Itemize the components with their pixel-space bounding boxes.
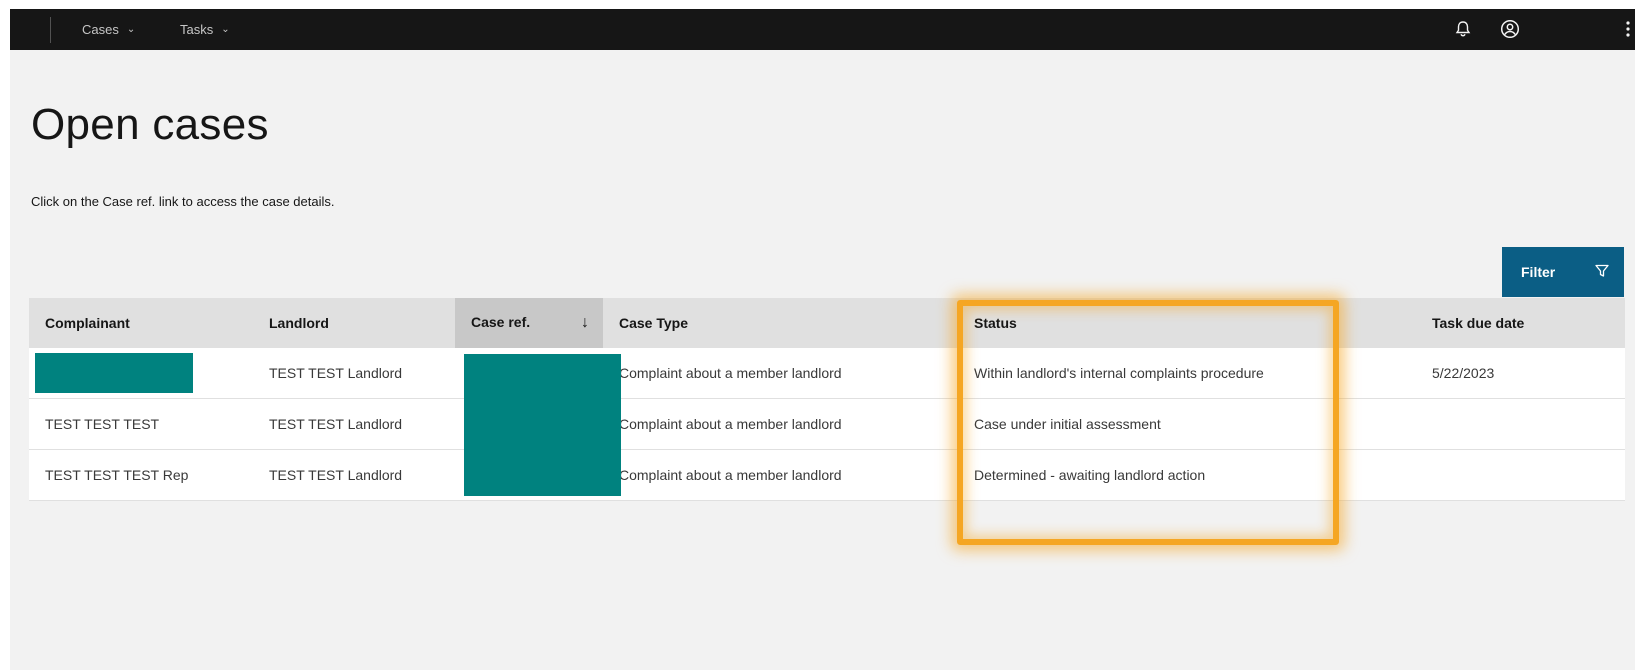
cases-table: Complainant Landlord Case ref. ↓ Case Typ… <box>29 298 1625 501</box>
column-header-case-ref[interactable]: Case ref. ↓ <box>455 298 603 348</box>
page-title: Open cases <box>31 100 269 149</box>
table-row: TEST TEST Landlord Complaint about a mem… <box>29 348 1625 399</box>
cell-task-due-date <box>1416 398 1625 450</box>
column-header-case-ref-label: Case ref. <box>471 314 531 330</box>
user-avatar-icon[interactable] <box>1498 17 1522 41</box>
column-header-status[interactable]: Status <box>958 298 1416 348</box>
filter-icon <box>1594 263 1610 282</box>
overflow-menu-icon[interactable] <box>1622 17 1634 41</box>
page-helper-text: Click on the Case ref. link to access th… <box>31 194 335 209</box>
table-row: TEST TEST TEST Rep TEST TEST Landlord Co… <box>29 449 1625 501</box>
column-header-complainant[interactable]: Complainant <box>29 298 253 348</box>
filter-button[interactable]: Filter <box>1502 247 1624 297</box>
cell-status: Determined - awaiting landlord action <box>958 449 1416 501</box>
top-nav: Cases ⌄ Tasks ⌄ <box>10 9 1635 50</box>
cell-complainant <box>29 348 253 399</box>
chevron-down-icon: ⌄ <box>126 24 136 35</box>
cell-status: Case under initial assessment <box>958 398 1416 450</box>
cell-landlord: TEST TEST Landlord <box>253 449 455 501</box>
nav-menu-cases[interactable]: Cases ⌄ <box>82 9 135 50</box>
cell-task-due-date: 5/22/2023 <box>1416 348 1625 399</box>
arrow-down-sort-icon[interactable]: ↓ <box>581 314 589 332</box>
nav-menu-cases-label: Cases <box>82 22 119 37</box>
cell-status: Within landlord's internal complaints pr… <box>958 348 1416 399</box>
column-header-case-type[interactable]: Case Type <box>603 298 958 348</box>
column-header-task-due-date[interactable]: Task due date <box>1416 298 1625 348</box>
cell-complainant: TEST TEST TEST <box>29 398 253 450</box>
redacted-block <box>464 354 621 496</box>
cell-task-due-date <box>1416 449 1625 501</box>
nav-menu-tasks[interactable]: Tasks ⌄ <box>180 9 230 50</box>
bell-icon[interactable] <box>1451 17 1475 41</box>
table-row: TEST TEST TEST TEST TEST Landlord Compla… <box>29 398 1625 450</box>
cell-case-type: Complaint about a member landlord <box>603 398 958 450</box>
cell-landlord: TEST TEST Landlord <box>253 348 455 399</box>
filter-button-label: Filter <box>1521 264 1556 280</box>
cell-case-type: Complaint about a member landlord <box>603 348 958 399</box>
cell-complainant: TEST TEST TEST Rep <box>29 449 253 501</box>
table-header-row: Complainant Landlord Case ref. ↓ Case Typ… <box>29 298 1625 348</box>
chevron-down-icon: ⌄ <box>221 24 230 35</box>
redacted-block <box>35 353 193 393</box>
cell-case-type: Complaint about a member landlord <box>603 449 958 501</box>
cell-landlord: TEST TEST Landlord <box>253 398 455 450</box>
column-header-landlord[interactable]: Landlord <box>253 298 455 348</box>
nav-menu-tasks-label: Tasks <box>180 22 214 37</box>
nav-divider <box>50 17 51 43</box>
